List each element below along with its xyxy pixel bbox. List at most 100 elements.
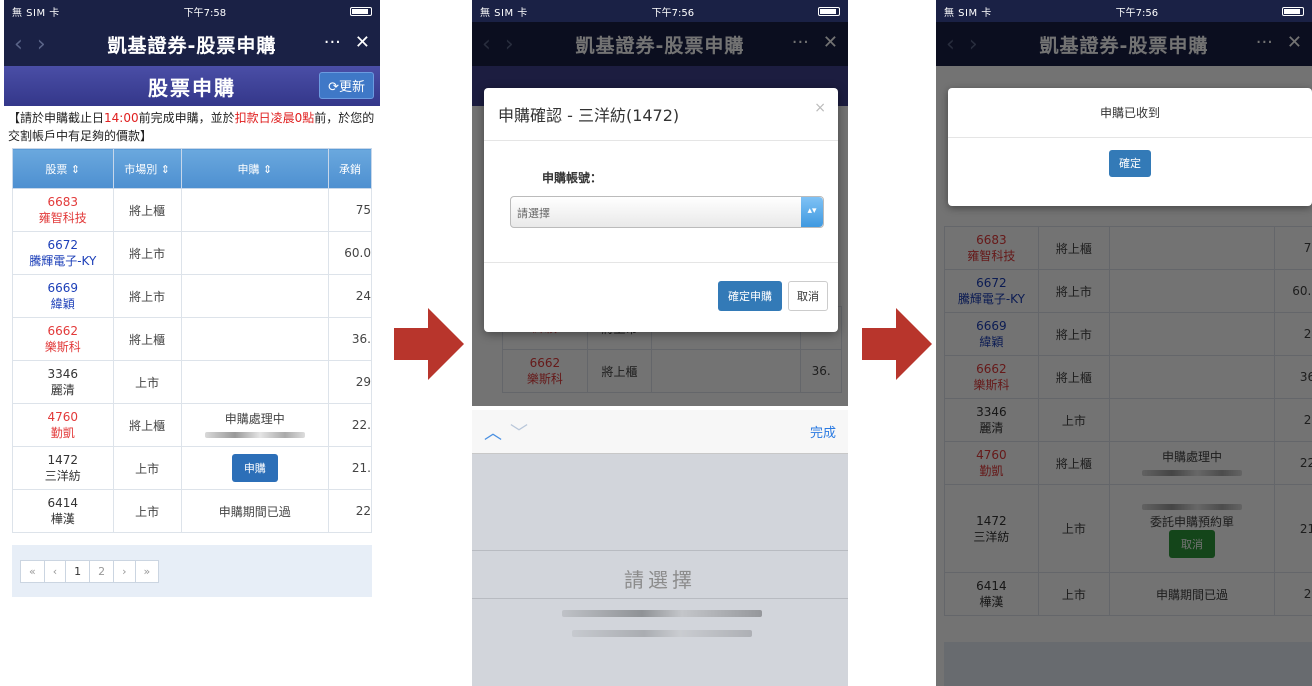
notice-time: 14:00	[104, 111, 139, 125]
action-cell: 申購期間已過	[1109, 572, 1275, 616]
cancel-order-button[interactable]: 取消	[1169, 530, 1215, 558]
column-header[interactable]: 市場別 ⇕	[112, 148, 182, 189]
nav-bar: ‹› 凱基證券-股票申購 ··· ✕	[472, 22, 848, 66]
page-link[interactable]: 2	[89, 559, 115, 583]
stock-name: 三洋紡	[44, 469, 81, 483]
action-cell: 申購	[180, 446, 329, 490]
ok-button[interactable]: 確定	[1109, 150, 1151, 177]
price-cell: 29	[1274, 398, 1312, 442]
notice-text: 【請於申購截止日14:00前完成申購，並於扣款日凌晨0點前，於您的交割帳戶中有足…	[4, 106, 380, 148]
market-cell: 將上市	[112, 231, 182, 275]
table-row: 4760 勤凱 將上櫃 申購處理中 22.	[12, 403, 373, 447]
carrier-label: 無 SIM 卡	[944, 7, 992, 19]
stock-code: 4760	[976, 448, 1007, 462]
action-status: 申購期間已過	[1155, 587, 1228, 602]
column-header[interactable]: 股票 ⇕	[12, 148, 114, 189]
table-row: 1472 三洋紡 上市 申購 21.	[12, 446, 373, 490]
account-select[interactable]: 請選擇 ▴▾	[510, 196, 824, 228]
dropdown-icon: ▴▾	[801, 197, 823, 227]
page-link[interactable]: 1	[65, 559, 91, 583]
stock-name: 樂斯科	[973, 378, 1010, 392]
action-cell	[180, 188, 329, 232]
modal-footer: 確定申購 取消	[484, 262, 838, 329]
cancel-button[interactable]: 取消	[788, 281, 828, 311]
screen-2: 無 SIM 卡 下午7:56 ‹› 凱基證券-股票申購 ···✕ 緯穎將上市24…	[472, 0, 848, 686]
carrier-label: 無 SIM 卡	[12, 7, 60, 19]
stock-name: 麗清	[979, 421, 1004, 435]
market-cell: 將上市	[1037, 312, 1111, 356]
table-row: 4760 勤凱 將上櫃 申購處理中 22.	[944, 441, 1312, 485]
clock: 下午7:56	[1115, 7, 1159, 19]
action-status: 申購期間已過	[218, 504, 291, 519]
picker-option-blurred[interactable]	[562, 610, 762, 617]
picker-toolbar: ︿﹀ 完成	[472, 410, 848, 454]
price-cell: 22.	[1274, 441, 1312, 485]
market-cell: 將上櫃	[1037, 441, 1111, 485]
market-cell: 將上市	[112, 274, 182, 318]
more-icon[interactable]: ···	[1256, 32, 1273, 53]
flow-arrow-icon	[862, 308, 932, 380]
market-cell: 將上櫃	[112, 188, 182, 232]
nav-bar: ‹› 凱基證券-股票申購 ··· ✕	[4, 22, 380, 66]
screen-3: 無 SIM 卡 下午7:56 ‹› 凱基證券-股票申購 ··· ✕ 6683 雍智科…	[936, 0, 1312, 686]
action-cell	[1109, 269, 1275, 313]
result-message: 申購已收到	[948, 88, 1312, 138]
more-icon[interactable]: ···	[792, 32, 809, 53]
price-cell: 36.	[1274, 355, 1312, 399]
pagination	[944, 642, 1312, 686]
stock-code: 3346	[976, 405, 1007, 419]
stock-name: 騰輝電子-KY	[29, 254, 97, 268]
confirm-modal: 申購確認 - 三洋紡(1472) × 申購帳號： 請選擇 ▴▾ 確定申購 取消	[484, 88, 838, 332]
status-bar: 無 SIM 卡 下午7:56	[472, 0, 848, 22]
market-cell: 上市	[112, 489, 182, 533]
page-link[interactable]: «	[20, 559, 45, 583]
action-cell	[180, 231, 329, 275]
nav-bar: ‹› 凱基證券-股票申購 ··· ✕	[936, 22, 1312, 66]
table-row: 6683 雍智科技 將上櫃 75	[944, 226, 1312, 270]
table-row: 6683 雍智科技 將上櫃 75	[12, 188, 373, 232]
action-cell	[1109, 355, 1275, 399]
action-cell: 申購處理中	[1109, 441, 1275, 485]
subscribe-button[interactable]: 申購	[231, 454, 278, 482]
column-header[interactable]: 承銷	[327, 148, 373, 189]
pagination: «‹ 1 2 ›»	[12, 545, 372, 597]
stock-code: 6672	[976, 276, 1007, 290]
table-row: 6414 樺漢 上市 申購期間已過 22	[12, 489, 373, 533]
table-row: 3346 麗清 上市 29	[12, 360, 373, 404]
table-row: 6672 騰輝電子-KY 將上市 60.0	[12, 231, 373, 275]
status-bar: 無 SIM 卡 下午7:56	[936, 0, 1312, 22]
price-cell: 22.	[327, 403, 373, 447]
account-label: 申購帳號：	[542, 171, 603, 185]
close-icon[interactable]: ✕	[355, 32, 370, 53]
confirm-subscribe-button[interactable]: 確定申購	[718, 281, 782, 311]
price-cell: 75	[1274, 226, 1312, 270]
more-icon[interactable]: ···	[324, 32, 341, 53]
modal-close-icon[interactable]: ×	[814, 100, 826, 116]
stock-code: 4760	[47, 410, 79, 424]
refresh-button[interactable]: ⟳更新	[319, 72, 374, 99]
picker-down-icon[interactable]: ﹀	[510, 423, 536, 444]
column-header[interactable]: 申購 ⇕	[180, 148, 329, 189]
picker-divider	[472, 550, 848, 551]
battery-icon	[1281, 6, 1304, 16]
table-row: 6414 樺漢 上市 申購期間已過 22	[944, 572, 1312, 616]
picker-selected-value[interactable]: 請選擇	[472, 564, 848, 593]
stock-code: 6683	[976, 233, 1007, 247]
stock-name: 樺漢	[979, 595, 1004, 609]
page-link[interactable]: ‹	[43, 559, 67, 583]
market-cell: 將上櫃	[1037, 226, 1111, 270]
page-link[interactable]: ›	[113, 559, 136, 583]
market-cell: 上市	[1037, 484, 1111, 573]
price-cell: 36.	[800, 349, 842, 393]
picker-up-icon[interactable]: ︿	[484, 423, 510, 444]
stock-name: 樂斯科	[44, 340, 81, 354]
close-icon[interactable]: ✕	[1287, 32, 1302, 53]
picker-option-blurred[interactable]	[572, 630, 752, 637]
table-row: 6662 樂斯科 將上櫃 36.	[12, 317, 373, 361]
blurred-info	[204, 431, 305, 438]
page-link[interactable]: »	[134, 559, 160, 583]
notice-part1: 【請於申購截止日	[8, 111, 105, 125]
close-icon[interactable]: ✕	[823, 32, 838, 53]
picker-done-button[interactable]: 完成	[810, 422, 836, 441]
action-cell	[180, 317, 329, 361]
